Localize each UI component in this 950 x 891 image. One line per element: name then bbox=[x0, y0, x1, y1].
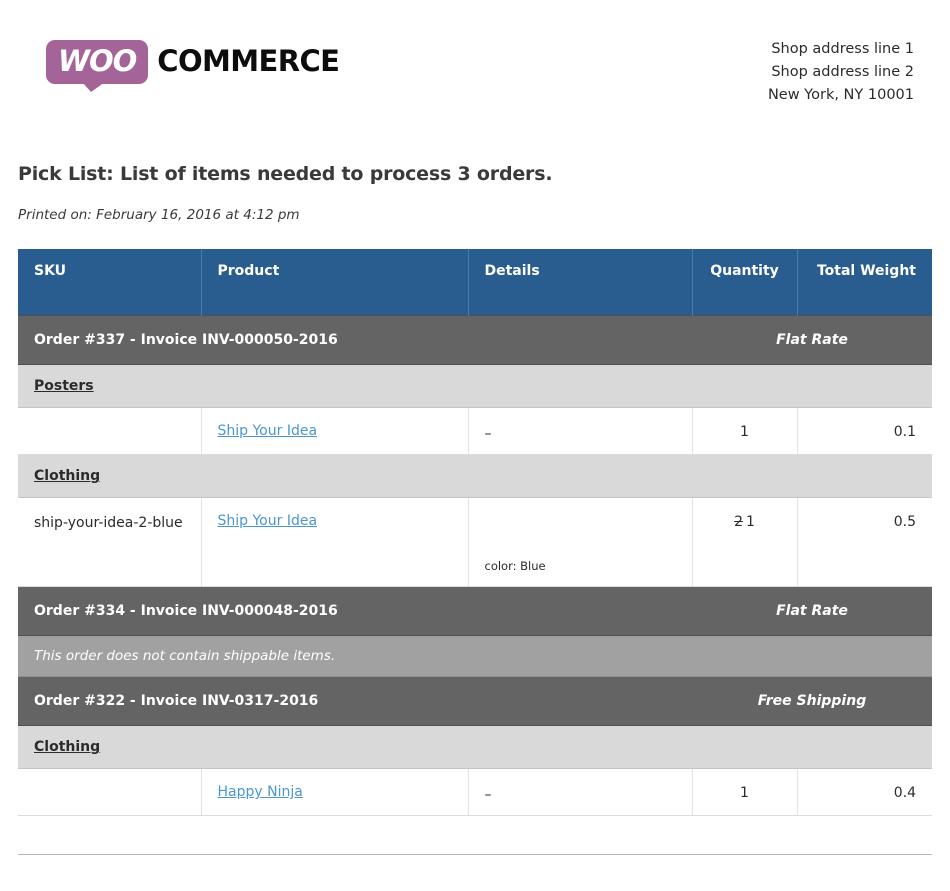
woo-badge-label: WOO bbox=[58, 44, 137, 78]
pick-list-table: SKU Product Details Quantity Total Weigh… bbox=[18, 249, 932, 816]
product-link[interactable]: Ship Your Idea bbox=[218, 513, 318, 529]
category-label: Clothing bbox=[34, 739, 101, 755]
order-shipping-method: Free Shipping bbox=[692, 676, 932, 726]
cell-total-weight: 0.1 bbox=[797, 407, 932, 455]
table-header: SKU Product Details Quantity Total Weigh… bbox=[18, 249, 932, 316]
shop-address-line-2: Shop address line 2 bbox=[771, 64, 914, 80]
cell-total-weight: 0.5 bbox=[797, 497, 932, 587]
category-row: Clothing bbox=[18, 725, 932, 769]
table-row: Ship Your Idea – 1 0.1 bbox=[18, 407, 932, 455]
quantity-value: 1 bbox=[740, 785, 749, 801]
category-label: Posters bbox=[34, 378, 94, 394]
cell-quantity: 21 bbox=[692, 497, 798, 587]
table-row: ship-your-idea-2-blue Ship Your Idea color… bbox=[18, 497, 932, 587]
detail-meta: color: Blue bbox=[484, 559, 546, 573]
order-heading: Order #337 - Invoice INV-000050-2016 bbox=[18, 315, 692, 365]
cell-sku: ship-your-idea-2-blue bbox=[18, 497, 202, 587]
order-note-text: This order does not contain shippable it… bbox=[18, 635, 932, 677]
table-body: Order #337 - Invoice INV-000050-2016 Flat… bbox=[18, 315, 932, 816]
cell-sku bbox=[18, 768, 202, 816]
pick-list-page: WOO COMMERCE Shop address line 1 Shop ad… bbox=[0, 0, 950, 891]
cell-total-weight: 0.4 bbox=[797, 768, 932, 816]
woo-badge-icon: WOO bbox=[46, 40, 149, 92]
category-row: Posters bbox=[18, 364, 932, 408]
category-cell: Clothing bbox=[18, 725, 932, 769]
order-header-row: Order #337 - Invoice INV-000050-2016 Flat… bbox=[18, 315, 932, 365]
cell-details: – bbox=[468, 407, 693, 455]
cell-quantity: 1 bbox=[692, 407, 798, 455]
column-header-quantity: Quantity bbox=[692, 249, 798, 316]
product-link[interactable]: Happy Ninja bbox=[218, 784, 303, 800]
shop-address: Shop address line 1 Shop address line 2 … bbox=[768, 34, 932, 107]
cell-product: Ship Your Idea bbox=[201, 407, 469, 455]
category-cell: Posters bbox=[18, 364, 932, 408]
woocommerce-logo: WOO COMMERCE bbox=[18, 34, 340, 92]
column-header-details: Details bbox=[468, 249, 693, 316]
page-title: Pick List: List of items needed to proce… bbox=[18, 163, 553, 185]
cell-product: Ship Your Idea bbox=[201, 497, 469, 587]
cell-details: color: Blue bbox=[468, 497, 693, 587]
brand-commerce-label: COMMERCE bbox=[157, 43, 340, 78]
table-row: Happy Ninja – 1 0.4 bbox=[18, 768, 932, 816]
order-note-row: This order does not contain shippable it… bbox=[18, 635, 932, 677]
printed-on-label: Printed on: February 16, 2016 at 4:12 pm bbox=[18, 207, 300, 223]
column-header-total-weight: Total Weight bbox=[797, 249, 932, 316]
column-header-product: Product bbox=[201, 249, 469, 316]
category-cell: Clothing bbox=[18, 454, 932, 498]
footer-divider bbox=[18, 854, 932, 855]
order-shipping-method: Flat Rate bbox=[692, 315, 932, 365]
shop-address-line-1: Shop address line 1 bbox=[771, 41, 914, 57]
cell-details: – bbox=[468, 768, 693, 816]
table-header-row: SKU Product Details Quantity Total Weigh… bbox=[18, 249, 932, 316]
order-shipping-method: Flat Rate bbox=[692, 586, 932, 636]
order-header-row: Order #334 - Invoice INV-000048-2016 Flat… bbox=[18, 586, 932, 636]
order-header-row: Order #322 - Invoice INV-0317-2016 Free S… bbox=[18, 676, 932, 726]
order-heading: Order #334 - Invoice INV-000048-2016 bbox=[18, 586, 692, 636]
detail-dash: – bbox=[484, 426, 492, 442]
cell-sku bbox=[18, 407, 202, 455]
column-header-sku: SKU bbox=[18, 249, 202, 316]
shop-address-line-3: New York, NY 10001 bbox=[767, 87, 914, 103]
product-link[interactable]: Ship Your Idea bbox=[218, 423, 318, 439]
quantity-value: 1 bbox=[740, 424, 749, 440]
page-header: WOO COMMERCE Shop address line 1 Shop ad… bbox=[18, 0, 932, 107]
category-row: Clothing bbox=[18, 454, 932, 498]
cell-product: Happy Ninja bbox=[201, 768, 469, 816]
quantity-value: 1 bbox=[746, 514, 755, 530]
order-heading: Order #322 - Invoice INV-0317-2016 bbox=[18, 676, 692, 726]
detail-dash: – bbox=[484, 787, 492, 803]
cell-quantity: 1 bbox=[692, 768, 798, 816]
category-label: Clothing bbox=[34, 468, 101, 484]
quantity-original: 2 bbox=[734, 514, 743, 530]
